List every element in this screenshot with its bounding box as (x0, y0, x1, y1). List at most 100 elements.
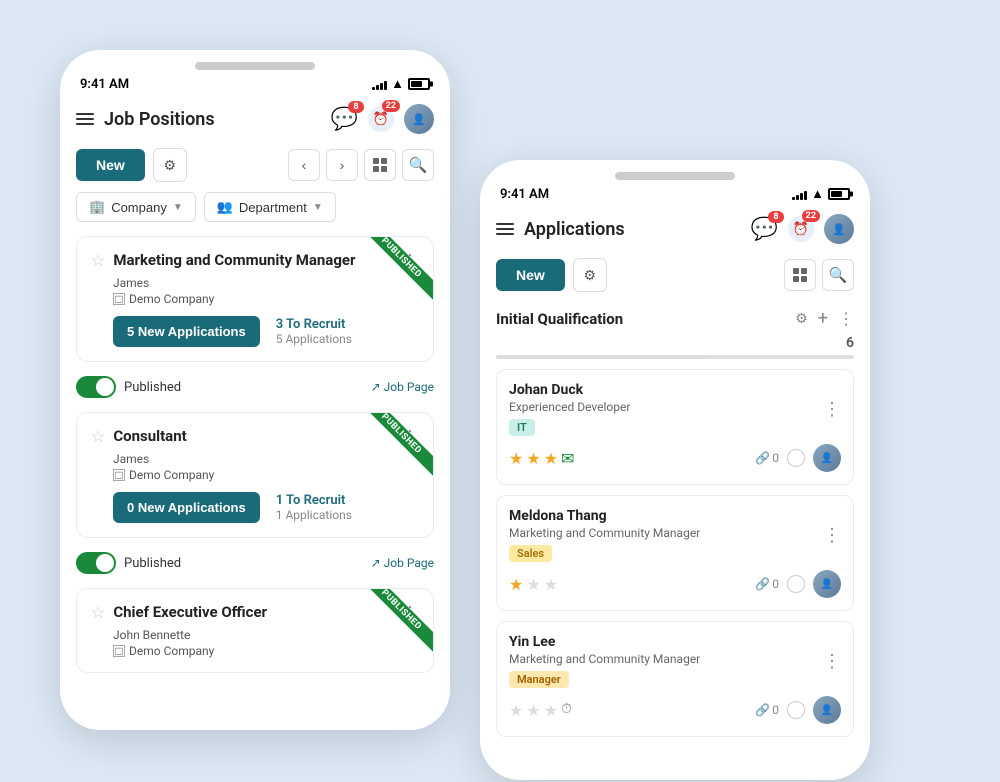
kanban-col-header: Initial Qualification ⚙ + ⋮ (496, 298, 854, 335)
recruit-info-0: 3 To Recruit 5 Applications (276, 317, 352, 346)
nav-left-2: Applications (496, 219, 625, 240)
kanban-icon-1 (373, 158, 387, 172)
job-title-0: Marketing and Community Manager (113, 251, 393, 269)
app-more-icon-1[interactable]: ⋮ (823, 525, 841, 546)
job-actions-1: 0 New Applications 1 To Recruit 1 Applic… (91, 492, 419, 523)
avatar-img-2: 👤 (824, 214, 854, 244)
star-0-3: ★ (544, 449, 558, 468)
new-button-1[interactable]: New (76, 149, 145, 181)
menu-icon-1[interactable] (76, 113, 94, 125)
signal-bar (384, 81, 387, 90)
email-icon-0: ✉ (561, 449, 574, 468)
wifi-icon-1: ▲ (391, 76, 404, 92)
app-more-icon-0[interactable]: ⋮ (823, 399, 841, 420)
chat-badge-1: 8 (348, 101, 364, 113)
signal-bar (380, 83, 383, 90)
new-button-2[interactable]: New (496, 259, 565, 291)
col-count: 6 (846, 335, 854, 351)
favorite-icon-1[interactable]: ☆ (91, 427, 105, 446)
applications-button-0[interactable]: 5 New Applications (113, 316, 260, 347)
job-page-link-0[interactable]: ↗ Job Page (371, 380, 434, 394)
app-info-2: Yin Lee Marketing and Community Manager … (509, 634, 700, 688)
toggle-1[interactable] (76, 552, 116, 574)
signal-bar (792, 197, 795, 200)
circle-btn-2[interactable] (787, 701, 805, 719)
kanban-view-button-2[interactable] (784, 259, 816, 291)
app-card-header-1: Meldona Thang Marketing and Community Ma… (509, 508, 841, 562)
app-avatar-2: 👤 (813, 696, 841, 724)
clock-icon-2: ⏱ (561, 701, 572, 720)
department-filter[interactable]: 👥 Department ▼ (204, 192, 336, 222)
circle-btn-1[interactable] (787, 575, 805, 593)
chat-badge-2: 8 (768, 211, 784, 223)
status-time-2: 9:41 AM (500, 187, 549, 202)
app-card-0: Johan Duck Experienced Developer IT ⋮ ★ … (496, 369, 854, 485)
activity-button-1[interactable]: ⏰ 22 (368, 106, 394, 132)
search-button-2[interactable]: 🔍 (822, 259, 854, 291)
star-2-1: ★ (509, 701, 523, 720)
applications-button-1[interactable]: 0 New Applications (113, 492, 260, 523)
next-button-1[interactable]: › (326, 149, 358, 181)
avatar-1[interactable]: 👤 (404, 104, 434, 134)
search-button-1[interactable]: 🔍 (402, 149, 434, 181)
signal-bar (804, 191, 807, 200)
circle-btn-0[interactable] (787, 449, 805, 467)
app-card-footer-1: ★ ★ ★ 🔗 0 👤 (509, 570, 841, 598)
app-name-0: Johan Duck (509, 382, 630, 398)
status-bar-1: 9:41 AM ▲ (60, 70, 450, 96)
job-title-2: Chief Executive Officer (113, 603, 393, 621)
job-card-0: PUBLISHED ☆ Marketing and Community Mana… (76, 236, 434, 362)
app-footer-right-2: 🔗 0 👤 (755, 696, 841, 724)
col-settings-icon[interactable]: ⚙ (795, 311, 808, 327)
recruit-sub-1: 1 Applications (276, 508, 352, 522)
avatar-img-1: 👤 (404, 104, 434, 134)
job-page-link-1[interactable]: ↗ Job Page (371, 556, 434, 570)
status-time-1: 9:41 AM (80, 77, 129, 92)
app-more-icon-2[interactable]: ⋮ (823, 651, 841, 672)
app-footer-right-1: 🔗 0 👤 (755, 570, 841, 598)
job-meta-0: James □ Demo Company (91, 276, 419, 306)
app-card-footer-2: ★ ★ ★ ⏱ 🔗 0 👤 (509, 696, 841, 724)
toggle-label-1: Published (76, 552, 181, 574)
col-add-icon[interactable]: + (818, 308, 828, 329)
job-card-header-2: ☆ Chief Executive Officer ⋮ (91, 603, 419, 624)
nav-bar-2: Applications 💬 8 ⏰ 22 👤 (480, 206, 870, 252)
app-name-1: Meldona Thang (509, 508, 700, 524)
chat-button-2[interactable]: 💬 8 (751, 217, 778, 242)
nav-left-1: Job Positions (76, 109, 215, 130)
avatar-2[interactable]: 👤 (824, 214, 854, 244)
recruit-info-1: 1 To Recruit 1 Applications (276, 493, 352, 522)
activity-button-2[interactable]: ⏰ 22 (788, 216, 814, 242)
battery-fill-1 (411, 81, 422, 87)
link-count-1: 🔗 0 (755, 577, 779, 591)
signal-bar (376, 85, 379, 90)
toggle-0[interactable] (76, 376, 116, 398)
col-more-icon[interactable]: ⋮ (838, 309, 854, 328)
col-actions: ⚙ + ⋮ (795, 308, 854, 329)
department-filter-icon: 👥 (217, 199, 233, 215)
battery-icon-2 (828, 188, 850, 200)
recruit-link-0[interactable]: 3 To Recruit (276, 317, 352, 332)
favorite-icon-0[interactable]: ☆ (91, 251, 105, 270)
prev-button-1[interactable]: ‹ (288, 149, 320, 181)
star-0-2: ★ (526, 449, 540, 468)
settings-button-1[interactable]: ⚙ (153, 148, 187, 182)
company-filter[interactable]: 🏢 Company ▼ (76, 192, 196, 222)
person-0: James (113, 276, 419, 290)
published-text-0: Published (124, 380, 181, 395)
company-filter-icon: 🏢 (89, 199, 105, 215)
app-card-2: Yin Lee Marketing and Community Manager … (496, 621, 854, 737)
menu-icon-2[interactable] (496, 223, 514, 235)
favorite-icon-2[interactable]: ☆ (91, 603, 105, 622)
page-title-1: Job Positions (104, 109, 215, 130)
kanban-icon-2 (793, 268, 807, 282)
battery-icon-1 (408, 78, 430, 90)
settings-button-2[interactable]: ⚙ (573, 258, 607, 292)
recruit-link-1[interactable]: 1 To Recruit (276, 493, 352, 508)
nav-right-2: 💬 8 ⏰ 22 👤 (751, 214, 854, 244)
star-1-1: ★ (509, 575, 523, 594)
app-footer-right-0: 🔗 0 👤 (755, 444, 841, 472)
company-0: □ Demo Company (113, 292, 419, 306)
chat-button-1[interactable]: 💬 8 (331, 107, 358, 132)
kanban-view-button-1[interactable] (364, 149, 396, 181)
